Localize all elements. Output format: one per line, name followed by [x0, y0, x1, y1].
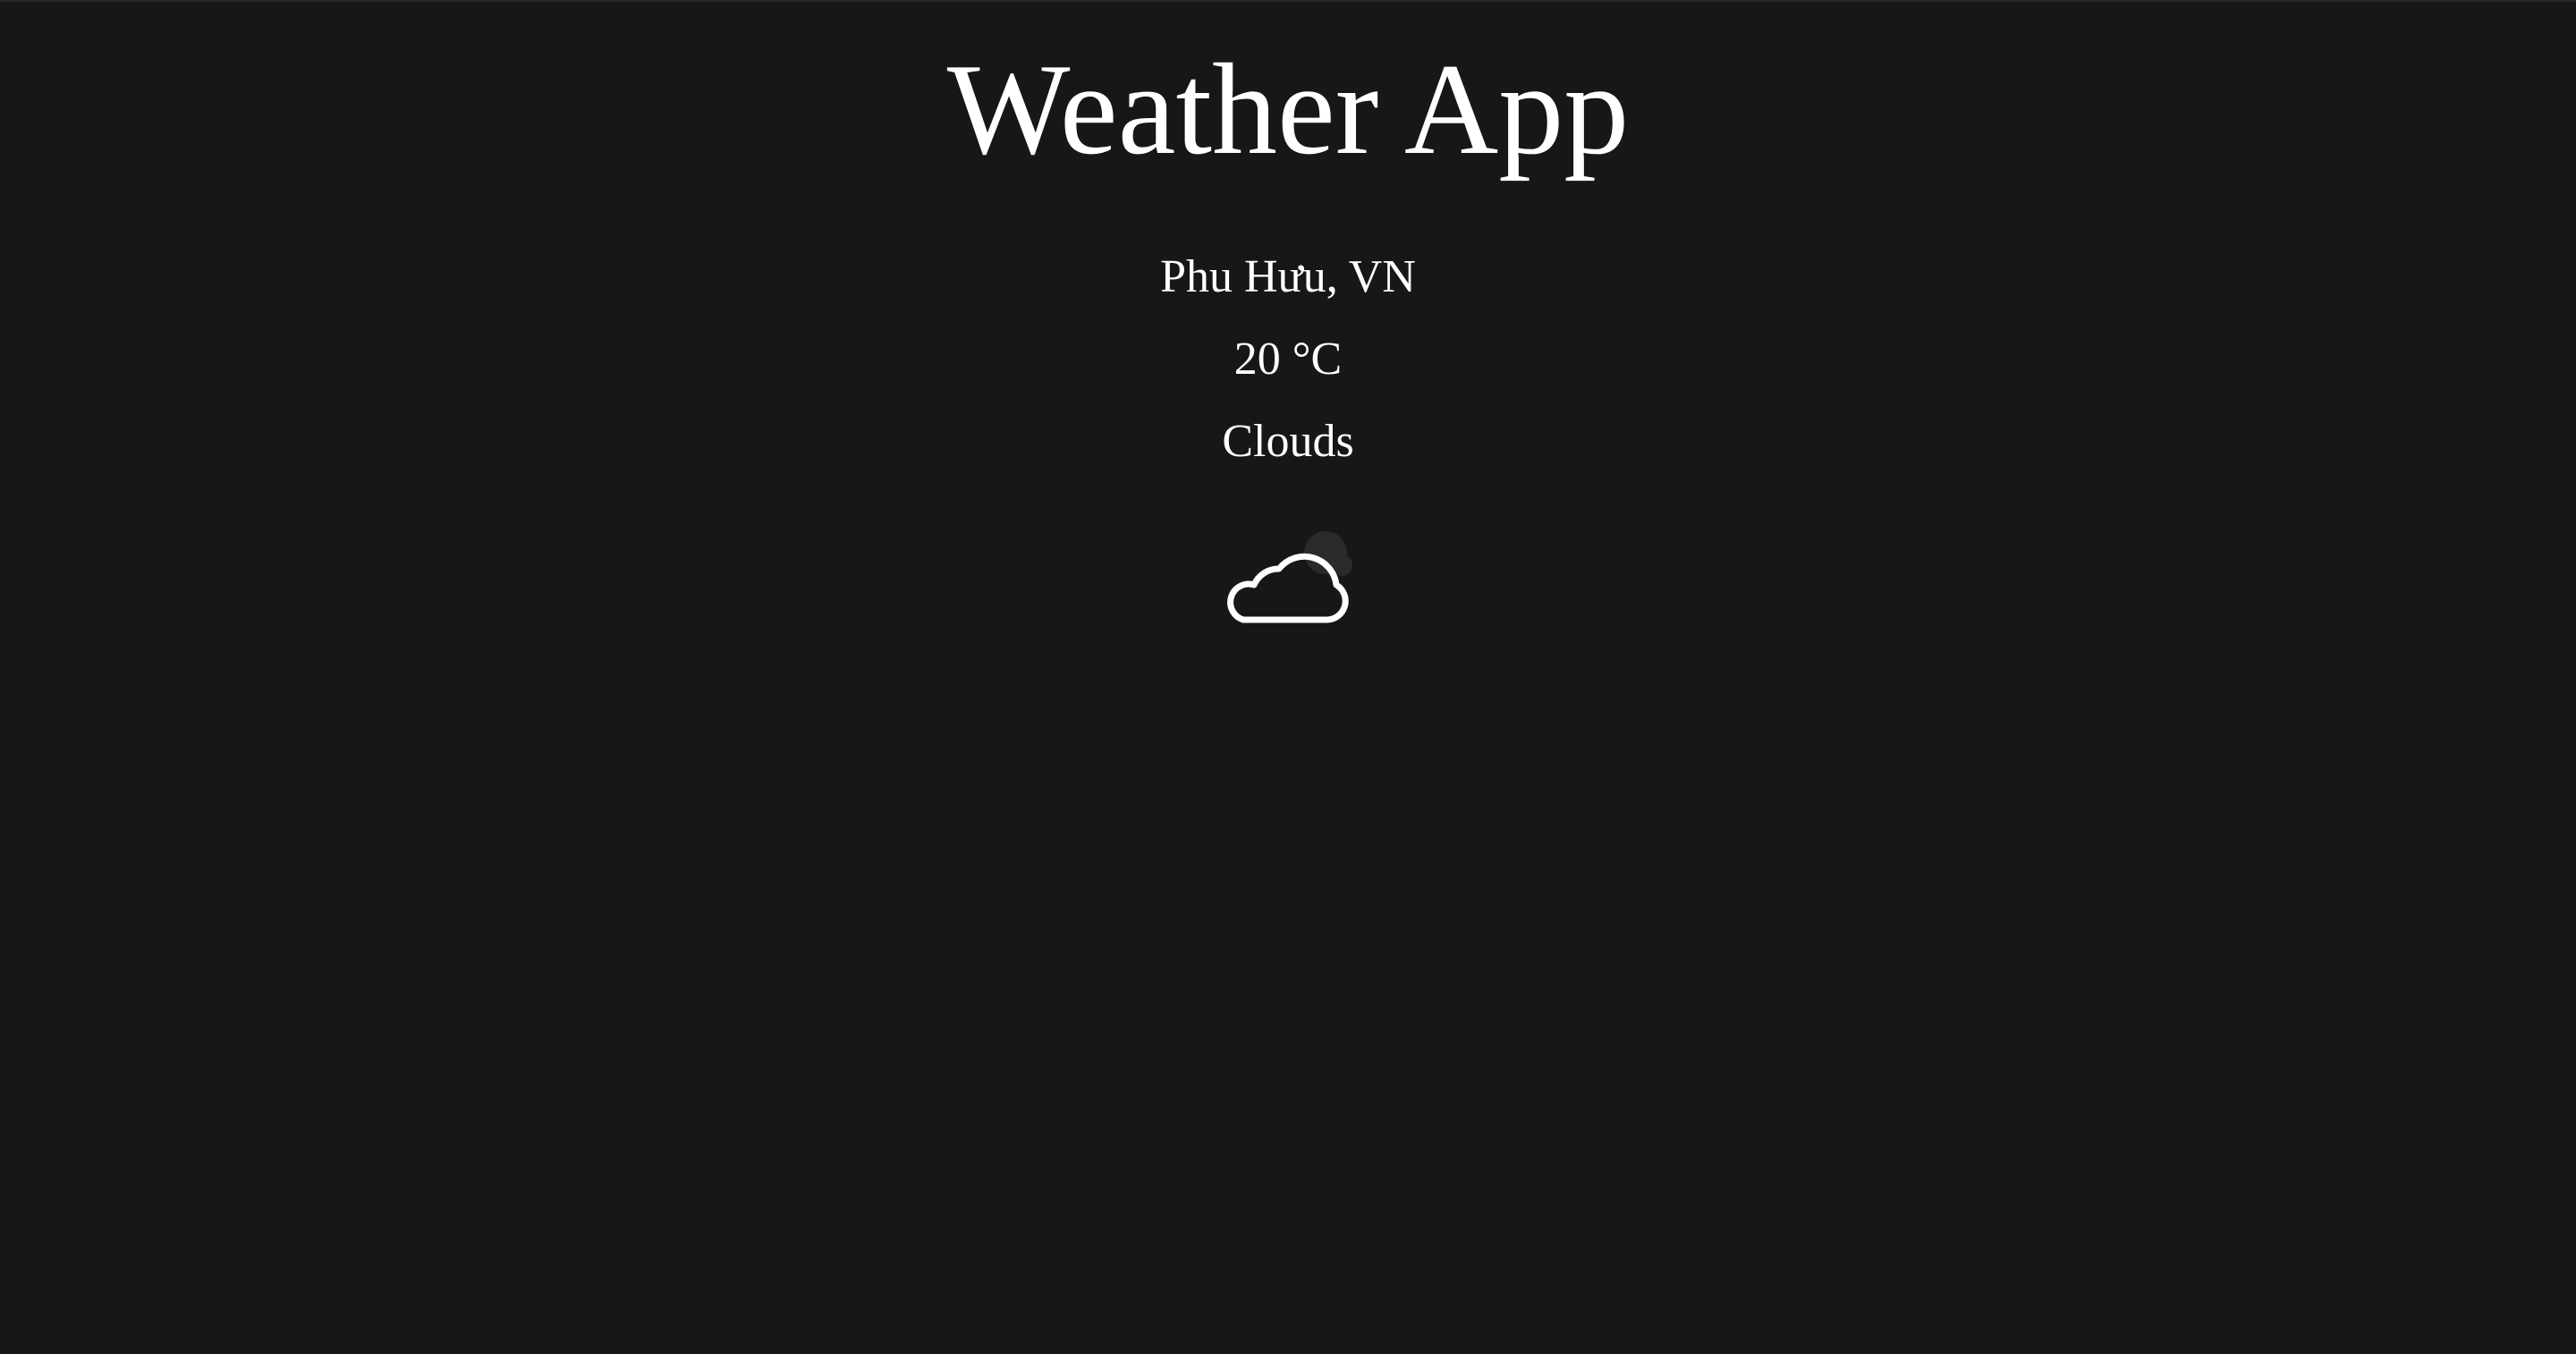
app-title: Weather App: [946, 37, 1630, 182]
condition-text: Clouds: [1222, 416, 1354, 467]
location-text: Phu Hưu, VN: [1160, 251, 1416, 302]
cloud-icon: [1216, 529, 1360, 635]
temperature-text: 20 °C: [1233, 334, 1343, 385]
weather-app: Weather App Phu Hưu, VN 20 °C Clouds: [0, 0, 2576, 1354]
